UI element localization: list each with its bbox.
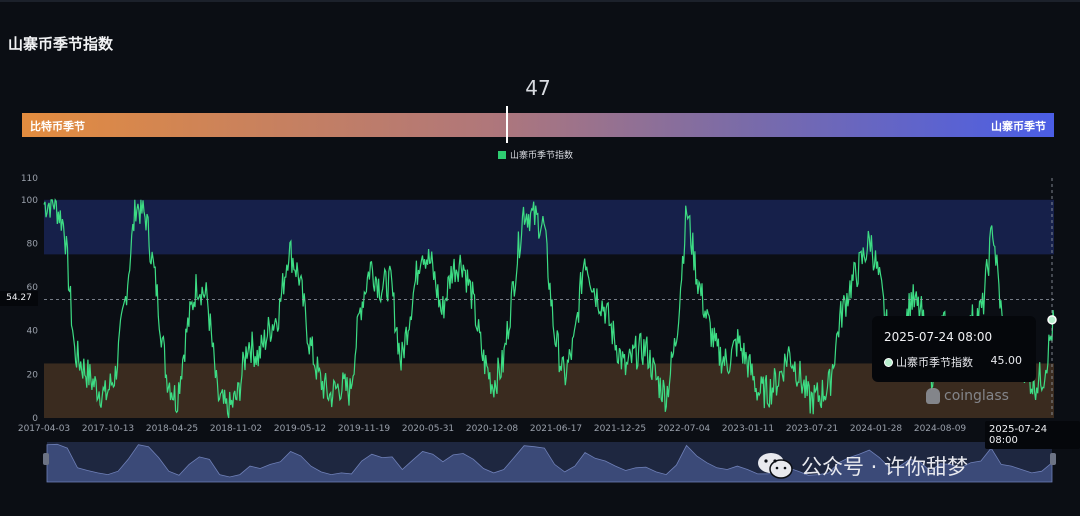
x-tick-label: 2017-04-03: [18, 424, 70, 434]
tooltip-series-dot: [884, 358, 893, 367]
x-tick-label: 2020-05-31: [402, 424, 454, 434]
navigator-left-handle[interactable]: [43, 453, 49, 465]
chart-area[interactable]: 0204060801001102017-04-03 2017-10-13 2018-…: [0, 0, 1080, 516]
x-tick-label: 2024-08-09: [914, 424, 967, 434]
tooltip-series-name: 山寨币季节指数: [896, 356, 973, 369]
x-tick-label: 2019-11-19: [338, 424, 391, 434]
tooltip-date: 2025-07-24 08:00: [884, 330, 993, 344]
navigator-right-handle[interactable]: [1050, 453, 1056, 465]
altcoin-season-band: [44, 199, 1054, 255]
x-tick-label: 2018-11-02: [210, 424, 262, 434]
chart-tooltip: 2025-07-24 08:00 山寨币季节指数 45.00: [872, 316, 1036, 382]
x-tick-label: 2019-05-12: [274, 424, 326, 434]
y-tick-label: 40: [27, 327, 39, 337]
crosshair-x-label: 2025-07-24 08:00: [985, 421, 1080, 449]
coinglass-brand: coinglass: [926, 388, 1009, 404]
x-tick-label: 2021-12-25: [594, 424, 646, 434]
brand-text: coinglass: [944, 388, 1009, 404]
crosshair-y-label: 54.27: [0, 291, 38, 306]
x-tick-label: 2017-10-13: [82, 424, 134, 434]
x-tick-label: 2021-06-17: [530, 424, 582, 434]
wechat-icon: [758, 453, 793, 479]
x-tick-label: 2023-01-11: [722, 424, 774, 434]
y-tick-label: 110: [21, 174, 38, 184]
tooltip-value: 45.00: [990, 354, 1023, 367]
x-tick-label: 2018-04-25: [146, 424, 198, 434]
wechat-watermark: 公众号 · 许你甜梦: [757, 451, 968, 481]
x-tick-label: 2023-07-21: [786, 424, 838, 434]
x-tick-label: 2022-07-04: [658, 424, 711, 434]
y-tick-label: 20: [27, 370, 39, 380]
x-tick-label: 2024-01-28: [850, 424, 903, 434]
y-tick-label: 100: [21, 196, 38, 206]
x-tick-label: 2020-12-08: [466, 424, 519, 434]
watermark-text: 公众号 · 许你甜梦: [801, 455, 969, 479]
y-tick-label: 0: [32, 414, 38, 424]
coinglass-logo-icon: [926, 388, 940, 404]
y-tick-label: 80: [27, 239, 39, 249]
crosshair-point: [1047, 315, 1057, 325]
